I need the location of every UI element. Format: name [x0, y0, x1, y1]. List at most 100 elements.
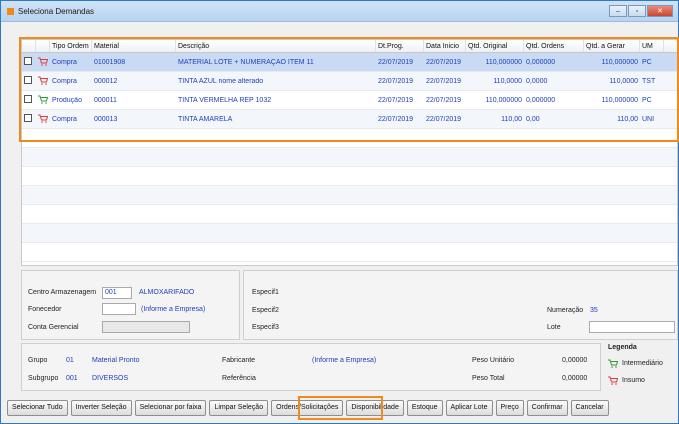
subgrupo-code: 001: [66, 375, 78, 382]
header-material[interactable]: Material: [92, 40, 176, 52]
header-descricao[interactable]: Descrição: [176, 40, 376, 52]
empty-row: [22, 129, 677, 148]
cell-um: TST: [642, 77, 656, 85]
row-checkbox[interactable]: [22, 76, 36, 86]
fabricante-label: Fabricante: [222, 357, 256, 364]
cell-dt-prog: 22/07/2019: [378, 77, 414, 85]
peso-total-value: 0,00000: [562, 375, 588, 382]
confirmar-button[interactable]: Confirmar: [526, 400, 568, 416]
header-tipo-ordem[interactable]: Tipo Ordem: [50, 40, 92, 52]
table-row[interactable]: Compra 000013 TINTA AMARELA 22/07/2019 22/07…: [22, 110, 677, 129]
cell-dt-prog: 22/07/2019: [378, 96, 414, 104]
cell-qtd-original: 110,000000: [485, 58, 522, 66]
especif2-label: Especif2: [252, 307, 279, 314]
empty-row: [22, 205, 677, 224]
conta-input[interactable]: [102, 321, 190, 333]
window-controls: – ▫ ✕: [609, 5, 673, 17]
red-cart-icon: [36, 57, 50, 68]
disponibilidade-button[interactable]: Disponibilidade: [346, 400, 404, 416]
checkbox[interactable]: [24, 114, 32, 122]
ordens-solicitacoes-button[interactable]: Ordens/Solicitações: [271, 400, 344, 416]
subgrupo-label: Subgrupo: [28, 375, 59, 382]
estoque-button[interactable]: Estoque: [406, 400, 443, 416]
limpar-selecao-button[interactable]: Limpar Seleção: [209, 400, 269, 416]
checkbox[interactable]: [24, 76, 32, 84]
inverter-selecao-button[interactable]: Inverter Seleção: [70, 400, 132, 416]
cell-qtd-ordens: 0,000000: [526, 58, 556, 66]
red-cart-icon: [36, 76, 50, 87]
row-checkbox[interactable]: [22, 114, 36, 124]
cell-qtd-ordens: 0,000000: [526, 96, 556, 104]
cell-descricao: TINTA AMARELA: [178, 115, 233, 123]
table-row[interactable]: Compra 01001908 MATERIAL LOTE + NUMERAÇÃO …: [22, 53, 677, 72]
preco-button[interactable]: Preço: [495, 400, 524, 416]
green-cart-icon: [36, 95, 50, 106]
header-qtd-ordens[interactable]: Qtd. Ordens: [524, 40, 584, 52]
numeracao-label: Numeração: [547, 307, 584, 314]
cell-data-inicio: 22/07/2019: [426, 58, 462, 66]
numeracao-value: 35: [590, 307, 598, 314]
cell-qtd-original: 110,00: [501, 115, 522, 123]
header-qtd-gerar[interactable]: Qtd. a Gerar: [584, 40, 640, 52]
cell-tipo-ordem: Compra: [52, 77, 77, 85]
cell-descricao: TINTA VERMELHA REP 1032: [178, 96, 272, 104]
cell-material: 01001908: [94, 58, 126, 66]
cell-data-inicio: 22/07/2019: [426, 77, 462, 85]
cancelar-button[interactable]: Cancelar: [570, 400, 609, 416]
cell-tipo-ordem: Compra: [52, 115, 77, 123]
header-select[interactable]: [22, 40, 36, 52]
peso-unitario-value: 0,00000: [562, 357, 588, 364]
checkbox[interactable]: [24, 57, 32, 65]
minimize-button[interactable]: –: [609, 5, 627, 17]
row-checkbox[interactable]: [22, 57, 36, 67]
demandas-grid[interactable]: Tipo Ordem Material Descrição Dt.Prog. D…: [21, 39, 678, 266]
referencia-label: Referência: [222, 375, 256, 382]
header-data-inicio[interactable]: Data Inicio: [424, 40, 466, 52]
storage-panel: Centro Armazenagem 001 ALMOXARIFADO Fone…: [21, 270, 240, 340]
lote-input[interactable]: [589, 321, 675, 333]
green-cart-icon: [608, 359, 618, 368]
subgrupo-desc: DIVERSOS: [92, 375, 129, 382]
cell-descricao: MATERIAL LOTE + NUMERAÇÃO ITEM 11: [178, 58, 314, 66]
table-row[interactable]: Produção 000011 TINTA VERMELHA REP 1032 22/…: [22, 91, 677, 110]
cell-qtd-ordens: 0,00: [526, 115, 540, 123]
cell-qtd-gerar[interactable]: 110,00: [584, 116, 640, 123]
row-checkbox[interactable]: [22, 95, 36, 105]
selecionar-tudo-button[interactable]: Selecionar Tudo: [7, 400, 68, 416]
cell-tipo-ordem: Compra: [52, 58, 77, 66]
table-row[interactable]: Compra 000012 TINTA AZUL nome alterado 22/0…: [22, 72, 677, 91]
cell-material: 000012: [94, 77, 118, 85]
especif3-label: Especif3: [252, 324, 279, 331]
centro-desc: ALMOXARIFADO: [139, 289, 195, 296]
red-cart-icon: [36, 114, 50, 125]
cell-data-inicio: 22/07/2019: [426, 115, 462, 123]
lote-label: Lote: [547, 324, 561, 331]
aplicar-lote-button[interactable]: Aplicar Lote: [445, 400, 493, 416]
close-button[interactable]: ✕: [647, 5, 673, 17]
specification-panel: Especif1 Especif2 Especif3 Numeração 35 …: [243, 270, 678, 340]
header-dt-prog[interactable]: Dt.Prog.: [376, 40, 424, 52]
cell-material: 000011: [94, 96, 117, 104]
cell-um: PC: [642, 58, 652, 66]
header-um[interactable]: UM: [640, 40, 664, 52]
cell-qtd-gerar[interactable]: 110,000000: [584, 97, 640, 104]
fornecedor-desc[interactable]: (Informe a Empresa): [141, 306, 205, 313]
legend-insumo: Insumo: [622, 377, 645, 384]
material-info-panel: Grupo 01 Material Pronto Subgrupo 001 DI…: [21, 343, 601, 391]
checkbox[interactable]: [24, 95, 32, 103]
cell-qtd-gerar[interactable]: 110,000000: [584, 59, 640, 66]
cell-tipo-ordem: Produção: [52, 96, 82, 104]
fornecedor-input[interactable]: [102, 303, 136, 315]
legend-title: Legenda: [608, 344, 637, 351]
cell-um: PC: [642, 96, 652, 104]
centro-input[interactable]: 001: [102, 287, 132, 299]
header-qtd-original[interactable]: Qtd. Original: [466, 40, 524, 52]
fabricante-value[interactable]: (Informe a Empresa): [312, 357, 376, 364]
app-icon: [7, 7, 14, 15]
cell-qtd-gerar[interactable]: 110,0000: [584, 78, 640, 85]
peso-unitario-label: Peso Unitário: [472, 357, 515, 364]
selecionar-por-faixa-button[interactable]: Selecionar por faixa: [134, 400, 207, 416]
cell-dt-prog: 22/07/2019: [378, 115, 414, 123]
title-bar: Seleciona Demandas: [1, 1, 678, 22]
maximize-button[interactable]: ▫: [628, 5, 646, 17]
